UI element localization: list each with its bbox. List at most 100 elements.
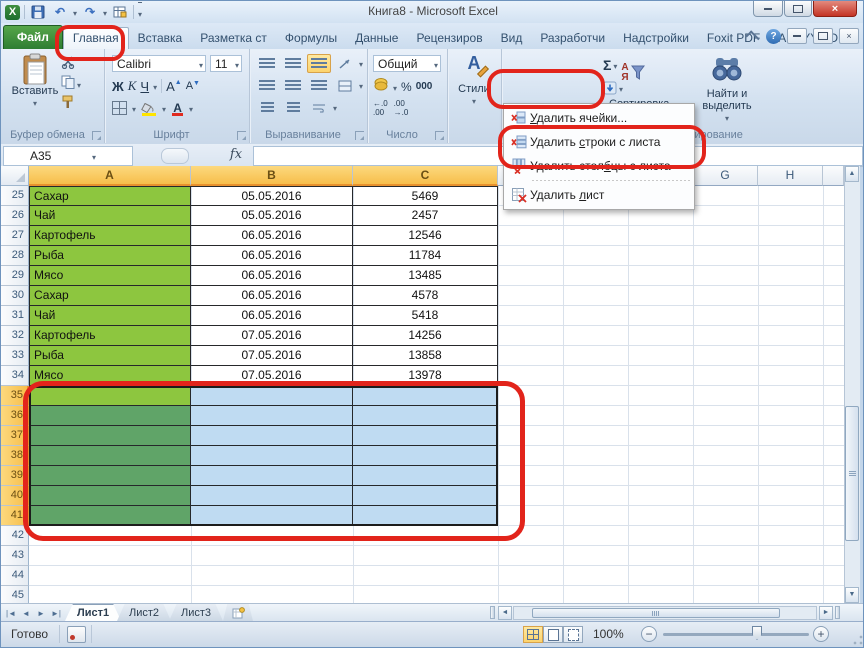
row-header-25[interactable]: 25	[1, 186, 29, 206]
bold-button[interactable]: Ж	[112, 79, 124, 94]
align-middle-button[interactable]	[281, 54, 305, 73]
ribbon-tab[interactable]: Файл	[3, 25, 63, 49]
ribbon-tab[interactable]: Формулы	[276, 28, 346, 49]
cell-B41[interactable]	[191, 506, 353, 526]
row-header-30[interactable]: 30	[1, 286, 29, 306]
vertical-scroll-thumb[interactable]	[845, 406, 859, 541]
resize-grip[interactable]	[853, 635, 863, 645]
font-color-dropdown-icon[interactable]	[189, 99, 193, 117]
wrap-dropdown-icon[interactable]	[333, 98, 337, 117]
sheet-tab-Лист2[interactable]: Лист2	[117, 604, 172, 621]
percent-button[interactable]: %	[401, 80, 412, 94]
align-left-button[interactable]	[255, 76, 279, 95]
cell-C33[interactable]: 13858	[353, 346, 498, 366]
scroll-up-icon[interactable]: ▲	[845, 166, 859, 182]
scroll-down-icon[interactable]: ▼	[845, 587, 859, 603]
help-icon[interactable]: ?	[766, 28, 781, 44]
cell-B30[interactable]: 06.05.2016	[191, 286, 353, 306]
font-color-button[interactable]: А	[171, 101, 184, 116]
first-sheet-icon[interactable]: |◄	[4, 606, 18, 620]
underline-button[interactable]: Ч	[140, 79, 149, 94]
cell-A39[interactable]	[30, 466, 191, 486]
row-header-37[interactable]: 37	[1, 426, 29, 446]
cell-A27[interactable]: Картофель	[30, 226, 191, 246]
ribbon-tab[interactable]: Вид	[492, 28, 532, 49]
row-header-41[interactable]: 41	[1, 506, 29, 526]
page-layout-view-button[interactable]	[543, 626, 563, 643]
cell-B37[interactable]	[191, 426, 353, 446]
prev-sheet-icon[interactable]: ◄	[19, 606, 33, 620]
cell-C35[interactable]	[353, 386, 498, 406]
increase-indent-button[interactable]	[281, 98, 305, 117]
menu-item[interactable]: Удалить лист	[504, 183, 694, 207]
align-bottom-button[interactable]	[307, 54, 331, 73]
cell-A37[interactable]	[30, 426, 191, 446]
borders-button[interactable]	[112, 101, 127, 115]
shrink-font-button[interactable]: А▼	[186, 80, 200, 92]
cell-B34[interactable]: 07.05.2016	[191, 366, 353, 386]
ribbon-tab[interactable]: Данные	[346, 28, 407, 49]
column-header-B[interactable]: B	[191, 166, 353, 186]
paste-button[interactable]: Вставить	[11, 53, 59, 109]
cell-C32[interactable]: 14256	[353, 326, 498, 346]
cell-A38[interactable]	[30, 446, 191, 466]
cell-A32[interactable]: Картофель	[30, 326, 191, 346]
row-header-34[interactable]: 34	[1, 366, 29, 386]
cell-B36[interactable]	[191, 406, 353, 426]
cell-A29[interactable]: Мясо	[30, 266, 191, 286]
cell-A33[interactable]: Рыба	[30, 346, 191, 366]
align-right-button[interactable]	[307, 76, 331, 95]
row-header-32[interactable]: 32	[1, 326, 29, 346]
sheet-tab-Лист1[interactable]: Лист1	[65, 604, 122, 621]
comma-style-button[interactable]: 000	[416, 81, 433, 92]
cell-A28[interactable]: Рыба	[30, 246, 191, 266]
cell-C37[interactable]	[353, 426, 498, 446]
cell-A34[interactable]: Мясо	[30, 366, 191, 386]
cell-C29[interactable]: 13485	[353, 266, 498, 286]
cell-B26[interactable]: 05.05.2016	[191, 206, 353, 226]
ribbon-tab[interactable]: Разработчи	[531, 28, 614, 49]
last-sheet-icon[interactable]: ►|	[49, 606, 63, 620]
cell-C39[interactable]	[353, 466, 498, 486]
name-box-dropdown-icon[interactable]	[66, 149, 132, 163]
insert-sheet-tab[interactable]	[223, 604, 253, 621]
cell-A30[interactable]: Сахар	[30, 286, 191, 306]
menu-item[interactable]: Удалить ячейки...	[504, 106, 694, 130]
cell-B32[interactable]: 07.05.2016	[191, 326, 353, 346]
underline-dropdown-icon[interactable]	[153, 77, 157, 95]
row-header-39[interactable]: 39	[1, 466, 29, 486]
cell-C38[interactable]	[353, 446, 498, 466]
cell-C28[interactable]: 11784	[353, 246, 498, 266]
row-header-36[interactable]: 36	[1, 406, 29, 426]
format-painter-button[interactable]	[61, 95, 75, 114]
cell-A35[interactable]	[30, 386, 191, 406]
cell-styles-button[interactable]: А Стили	[454, 53, 494, 107]
spreadsheet-grid[interactable]: Сахар 05.05.2016 5469 Чай 05.05.2016 2457 Карт…	[29, 186, 844, 603]
align-top-button[interactable]	[255, 54, 279, 73]
column-header-A[interactable]: A	[29, 166, 191, 186]
cell-B31[interactable]: 06.05.2016	[191, 306, 353, 326]
cut-button[interactable]	[61, 55, 75, 74]
row-header-33[interactable]: 33	[1, 346, 29, 366]
row-header-42[interactable]: 42	[1, 526, 29, 546]
cell-C31[interactable]: 5418	[353, 306, 498, 326]
sort-filter-button[interactable]: АЯ	[611, 57, 655, 83]
macro-record-icon[interactable]	[67, 626, 86, 643]
page-break-view-button[interactable]	[563, 626, 583, 643]
cell-A25[interactable]: Сахар	[30, 186, 191, 206]
cell-C36[interactable]	[353, 406, 498, 426]
zoom-level[interactable]: 100%	[593, 627, 624, 641]
row-header-43[interactable]: 43	[1, 546, 29, 566]
menu-item[interactable]: Удалить строки с листа	[504, 130, 694, 154]
scroll-left-icon[interactable]: ◄	[498, 606, 512, 620]
restore-button[interactable]	[784, 1, 812, 17]
row-header-40[interactable]: 40	[1, 486, 29, 506]
row-header-31[interactable]: 31	[1, 306, 29, 326]
row-header-26[interactable]: 26	[1, 206, 29, 226]
cell-A31[interactable]: Чай	[30, 306, 191, 326]
grow-font-button[interactable]: А▲	[166, 79, 182, 94]
zoom-slider-track[interactable]	[663, 633, 809, 636]
select-all-corner[interactable]	[1, 166, 29, 186]
cell-C34[interactable]: 13978	[353, 366, 498, 386]
cell-B29[interactable]: 06.05.2016	[191, 266, 353, 286]
